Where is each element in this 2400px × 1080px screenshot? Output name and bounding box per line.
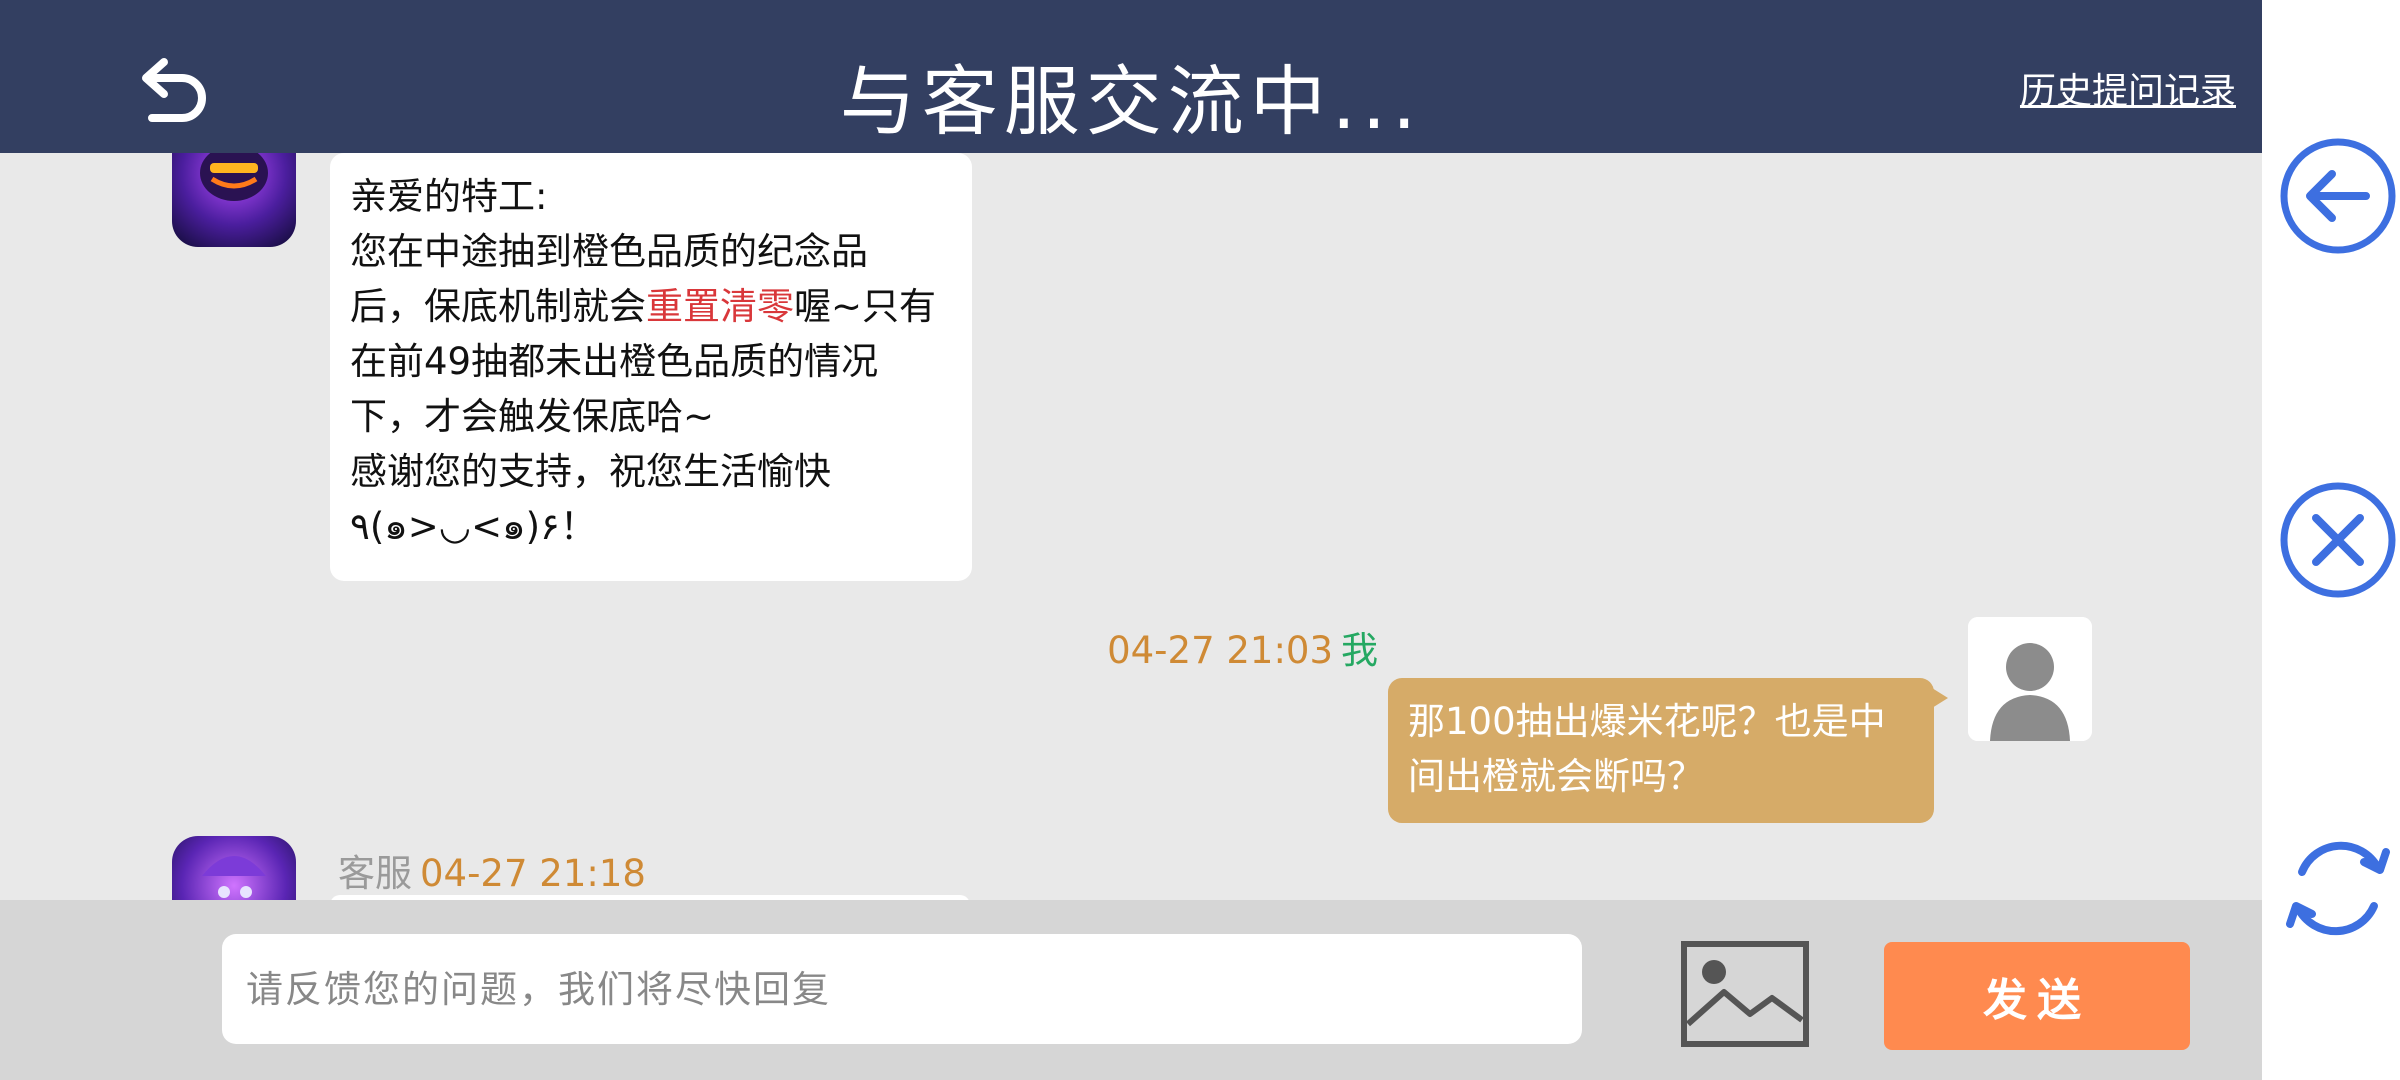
message-text: ٩(๑>◡<๑)۶！ [350,505,597,548]
message-text: 亲爱的特工: [350,175,548,218]
message-input[interactable] [222,934,1582,1044]
agent-avatar [172,153,296,247]
refresh-icon[interactable] [2278,828,2398,948]
message-line: 感谢您的支持，祝您生活愉快 [350,444,952,499]
page-title: 与客服交流中... [839,57,1423,146]
agent-message-meta: 客服 04-27 21:18 [338,843,646,897]
history-link[interactable]: 历史提问记录 [2020,62,2236,114]
message-line: ٩(๑>◡<๑)۶！ [350,499,952,554]
close-icon[interactable] [2278,480,2398,600]
message-line: 亲爱的特工: [350,169,952,224]
message-timestamp: 04-27 21:03 [1107,629,1333,672]
highlighted-text: 重置清零 [646,285,794,328]
sender-label-me: 我 [1341,629,1378,672]
chat-window: 与客服交流中... 历史提问记录 亲爱的特工: 您在中途抽到橙色品质的纪念品 后，保… [0,0,2262,1080]
user-message-bubble: 那100抽出爆米花呢？也是中间出橙就会断吗？ [1388,678,1948,823]
image-upload-icon[interactable] [1680,940,1810,1048]
user-avatar [1968,617,2092,741]
message-line: 后，保底机制就会重置清零喔~只有 [350,279,952,334]
send-button[interactable]: 发送 [1884,942,2190,1050]
message-line: 在前49抽都未出橙色品质的情况 [350,334,952,389]
message-line: 您在中途抽到橙色品质的纪念品 [350,224,952,279]
back-arrow-icon[interactable] [2278,136,2398,256]
message-text: 感谢您的支持，祝您生活愉快 [350,450,831,493]
message-line: 下，才会触发保底哈~ [350,389,952,444]
agent-message-bubble: 亲爱的特工: 您在中途抽到橙色品质的纪念品 后，保底机制就会重置清零喔~只有 在前49… [330,153,972,581]
message-text: 在前49抽都未出橙色品质的情况 [350,340,879,383]
message-text: 您在中途抽到橙色品质的纪念品 [350,230,868,273]
header-bar: 与客服交流中... 历史提问记录 [0,0,2262,153]
sender-label-agent: 客服 [338,852,412,895]
agent-avatar [172,836,296,900]
message-text: 后，保底机制就会 [350,285,646,328]
user-message-meta: 04-27 21:03 我 [1107,620,1378,674]
side-control-panel [2262,0,2400,1080]
message-timestamp: 04-27 21:18 [420,852,646,895]
message-text: 下，才会触发保底哈~ [350,395,715,438]
input-bar: 发送 [0,900,2262,1080]
message-text: 喔~只有 [794,285,937,328]
message-list[interactable]: 亲爱的特工: 您在中途抽到橙色品质的纪念品 后，保底机制就会重置清零喔~只有 在前49… [0,153,2262,900]
